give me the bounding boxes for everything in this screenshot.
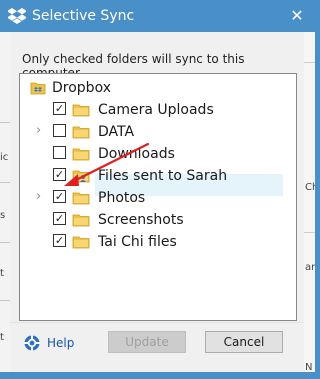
footer-divider: [10, 322, 304, 323]
folder-checkbox[interactable]: ✓: [53, 234, 66, 247]
expand-chevron-icon[interactable]: ›: [36, 190, 46, 204]
folder-checkbox[interactable]: ✓: [53, 212, 66, 225]
folder-label: Tai Chi files: [98, 234, 177, 250]
tree-root-row[interactable]: Dropbox: [20, 77, 296, 99]
tree-item-photos[interactable]: › ✓ Photos: [20, 187, 296, 209]
folder-label: Screenshots: [98, 212, 184, 228]
folder-label: Photos: [98, 190, 146, 206]
folder-icon: [72, 148, 90, 161]
window-title: Selective Sync: [32, 8, 135, 24]
folder-checkbox[interactable]: [53, 124, 66, 137]
folder-checkbox[interactable]: ✓: [53, 190, 66, 203]
tree-root-label: Dropbox: [52, 80, 111, 96]
folder-label: Files sent to Sarah: [98, 168, 228, 184]
folder-icon: [72, 236, 90, 249]
folder-icon: [72, 126, 90, 139]
folder-icon: [72, 192, 90, 205]
folder-label: DATA: [98, 124, 135, 140]
update-button[interactable]: Update: [108, 331, 186, 353]
tree-item-downloads[interactable]: Downloads: [20, 143, 296, 165]
tree-item-screenshots[interactable]: ✓ Screenshots: [20, 209, 296, 231]
background-app-left-edge: ic s t t: [0, 32, 10, 372]
help-icon[interactable]: [24, 335, 40, 351]
tree-item-files-sent-to-sarah[interactable]: ✓ Files sent to Sarah: [20, 165, 296, 187]
folder-checkbox[interactable]: ✓: [53, 102, 66, 115]
close-icon: ✕: [290, 6, 304, 25]
folder-tree[interactable]: Dropbox ✓ Camera Uploads › DATA Download…: [19, 73, 297, 321]
cancel-button[interactable]: Cancel: [205, 331, 283, 353]
tree-item-data[interactable]: › DATA: [20, 121, 296, 143]
expand-chevron-icon[interactable]: ›: [36, 124, 46, 138]
folder-label: Downloads: [98, 146, 175, 162]
tree-item-camera-uploads[interactable]: ✓ Camera Uploads: [20, 99, 296, 121]
tree-item-tai-chi-files[interactable]: ✓ Tai Chi files: [20, 231, 296, 253]
selective-sync-dialog: Only checked folders will sync to this c…: [10, 32, 304, 372]
folder-label: Camera Uploads: [98, 102, 214, 118]
background-app-right-edge: Ch ar N: [304, 32, 315, 373]
title-bar: Selective Sync ✕: [0, 0, 315, 32]
folder-checkbox[interactable]: ✓: [53, 168, 66, 181]
folder-icon: [72, 214, 90, 227]
folder-checkbox[interactable]: [53, 146, 66, 159]
dropbox-folder-icon: [30, 82, 46, 95]
folder-icon: [72, 104, 90, 117]
dropbox-logo-icon: [8, 8, 26, 24]
shared-folder-icon: [72, 170, 90, 183]
help-link[interactable]: Help: [47, 336, 74, 350]
close-button[interactable]: ✕: [285, 4, 309, 28]
